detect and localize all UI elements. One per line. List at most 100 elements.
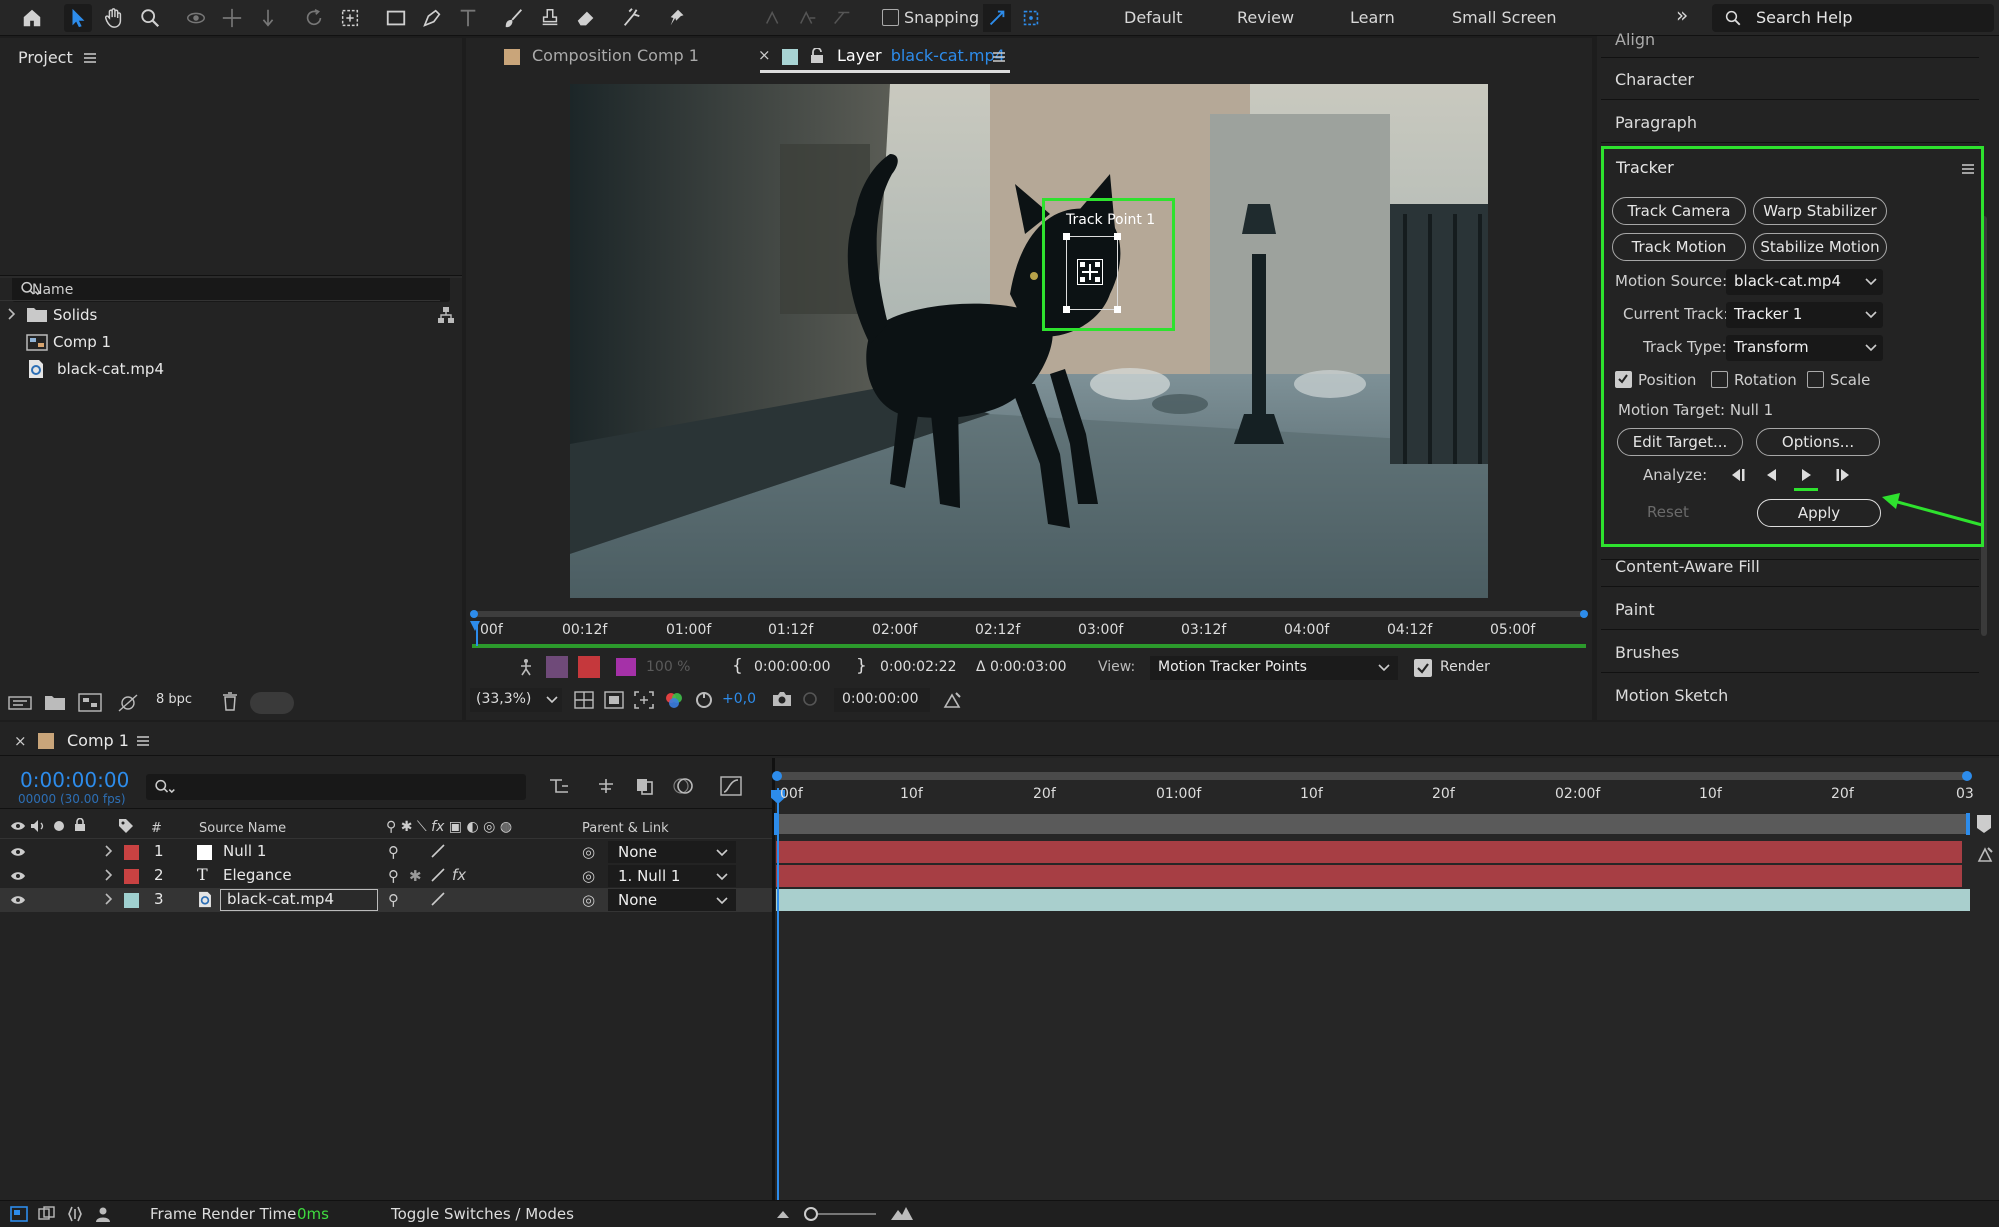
panel-motion-sketch[interactable]: Motion Sketch [1615, 686, 1728, 705]
project-item-footage[interactable]: black-cat.mp4 [0, 356, 440, 383]
layer-label-color[interactable] [124, 893, 139, 908]
comp-marker-icon[interactable] [1976, 814, 1992, 834]
brush-icon[interactable] [500, 4, 528, 32]
video-frame-black-cat[interactable]: Track Point 1 [570, 84, 1488, 598]
quality-switch-icon[interactable] [430, 843, 446, 859]
layer-label-color[interactable] [124, 869, 139, 884]
panel-content-aware-fill[interactable]: Content-Aware Fill [1615, 557, 1760, 576]
rotation-checkbox[interactable] [1711, 371, 1728, 388]
layer-name[interactable]: Null 1 [223, 842, 266, 860]
tab-layer[interactable]: Layer black-cat.mp4 [837, 46, 1005, 65]
layer-row-1[interactable]: 1 Null 1 ⚲ ◎ None [0, 840, 772, 864]
layer-row-3[interactable]: 3 black-cat.mp4 ⚲ ◎ None [0, 888, 772, 912]
zoom-in-icon[interactable] [890, 1205, 914, 1221]
workspace-small-screen[interactable]: Small Screen [1452, 8, 1557, 27]
eye-icon[interactable] [10, 870, 26, 882]
set-in-point-icon[interactable]: { [732, 656, 743, 676]
pick-whip-icon[interactable]: ◎ [582, 891, 595, 909]
shy-layers-icon[interactable] [596, 776, 616, 796]
analyze-back-one-frame-icon[interactable] [1727, 467, 1745, 483]
panel-align[interactable]: Align [1615, 30, 1655, 49]
keyframe-lock-icon[interactable] [1976, 846, 1994, 864]
panel-menu-icon[interactable] [1961, 163, 1975, 175]
work-area-end-handle[interactable] [1580, 610, 1588, 618]
timeline-zoom-slider-thumb[interactable] [804, 1207, 818, 1221]
rectangle-icon[interactable] [382, 4, 410, 32]
snapshot-camera-icon[interactable] [772, 691, 792, 707]
hand-icon[interactable] [100, 4, 128, 32]
reset-exposure-icon[interactable] [694, 690, 714, 710]
align-center-icon[interactable] [794, 4, 822, 32]
chevron-right-icon[interactable] [105, 845, 113, 857]
quality-switch-icon[interactable] [430, 891, 446, 907]
motion-blur-icon[interactable] [672, 776, 694, 796]
reset-button[interactable]: Reset [1647, 503, 1689, 521]
opacity-value[interactable]: 100 % [646, 659, 690, 675]
workspace-overflow-icon[interactable]: » [1676, 3, 1688, 27]
panel-menu-icon[interactable] [992, 51, 1006, 63]
edit-target-button[interactable]: Edit Target... [1617, 428, 1743, 456]
toggle-switches-modes-button[interactable]: Toggle Switches / Modes [391, 1205, 574, 1223]
warp-stabilizer-button[interactable]: Warp Stabilizer [1753, 197, 1887, 225]
in-point-time[interactable]: 0:00:00:00 [754, 659, 831, 675]
new-composition-icon[interactable] [78, 693, 102, 712]
zoom-icon[interactable] [136, 4, 164, 32]
scale-checkbox[interactable] [1807, 371, 1824, 388]
eye-icon[interactable] [10, 846, 26, 858]
chevron-right-icon[interactable] [105, 869, 113, 881]
safe-margins-icon[interactable] [574, 691, 594, 709]
effects-switch-icon[interactable]: fx [452, 866, 466, 884]
workspace-learn[interactable]: Learn [1350, 8, 1395, 27]
layer-playhead-handle[interactable] [470, 621, 480, 631]
eraser-icon[interactable] [572, 4, 600, 32]
frame-blending-icon[interactable] [634, 776, 654, 796]
project-item-solids[interactable]: Solids [0, 302, 440, 329]
layer-bar-elegance[interactable] [776, 865, 1962, 887]
chevron-right-icon[interactable] [105, 893, 113, 905]
analyze-forward-icon[interactable] [1800, 467, 1814, 483]
snap-features-icon[interactable] [1017, 4, 1045, 32]
timeline-playhead[interactable] [777, 788, 779, 1200]
stabilize-motion-button[interactable]: Stabilize Motion [1753, 233, 1887, 261]
quality-switch-icon[interactable] [430, 867, 446, 883]
track-type-dropdown[interactable]: Transform [1726, 335, 1883, 361]
panel-paragraph[interactable]: Paragraph [1615, 113, 1697, 132]
onion-skin-icon[interactable] [546, 656, 568, 678]
analyze-backward-icon[interactable] [1764, 467, 1778, 483]
timeline-comp-tab[interactable]: Comp 1 [67, 731, 129, 750]
adjust-settings-icon[interactable] [116, 693, 140, 712]
home-icon[interactable] [18, 4, 46, 32]
track-motion-button[interactable]: Track Motion [1612, 233, 1746, 261]
project-column-name[interactable]: Name [32, 282, 73, 298]
close-tab-icon[interactable]: × [14, 732, 27, 750]
timeline-navigator[interactable] [776, 772, 1970, 780]
apply-button[interactable]: Apply [1757, 499, 1881, 527]
collapse-switch-icon[interactable]: ✱ [409, 867, 422, 885]
rotate-icon[interactable] [300, 4, 328, 32]
composition-mini-flowchart-icon[interactable] [548, 776, 572, 796]
motion-source-dropdown[interactable]: black-cat.mp4 [1726, 269, 1883, 295]
pick-whip-icon[interactable]: ◎ [582, 867, 595, 885]
panel-menu-icon[interactable] [136, 735, 150, 747]
layer-label-color[interactable] [124, 845, 139, 860]
clone-stamp-icon[interactable] [536, 4, 564, 32]
pen-icon[interactable] [418, 4, 446, 32]
out-point-time[interactable]: 0:00:02:22 [880, 659, 957, 675]
pick-whip-icon[interactable]: ◎ [582, 843, 595, 861]
panel-character[interactable]: Character [1615, 70, 1694, 89]
navigator-start-handle[interactable] [772, 771, 782, 781]
snap-edges-icon[interactable] [983, 4, 1011, 32]
timeline-current-time[interactable]: 0:00:00:00 [20, 768, 129, 792]
track-point-search-region[interactable] [1063, 233, 1121, 313]
motion-path-icon[interactable] [518, 658, 534, 676]
panel-paint[interactable]: Paint [1615, 600, 1655, 619]
region-of-interest-icon[interactable] [634, 691, 654, 709]
pan-behind-icon[interactable] [336, 4, 364, 32]
color-depth-label[interactable]: 8 bpc [156, 692, 192, 707]
layer-bar-black-cat[interactable] [776, 889, 1970, 911]
selection-arrow-icon[interactable] [64, 4, 92, 32]
dolly-icon[interactable] [254, 4, 282, 32]
layer-name-field[interactable]: black-cat.mp4 [220, 889, 378, 911]
column-parent-link[interactable]: Parent & Link [582, 821, 669, 836]
flowchart-icon[interactable] [437, 306, 455, 324]
